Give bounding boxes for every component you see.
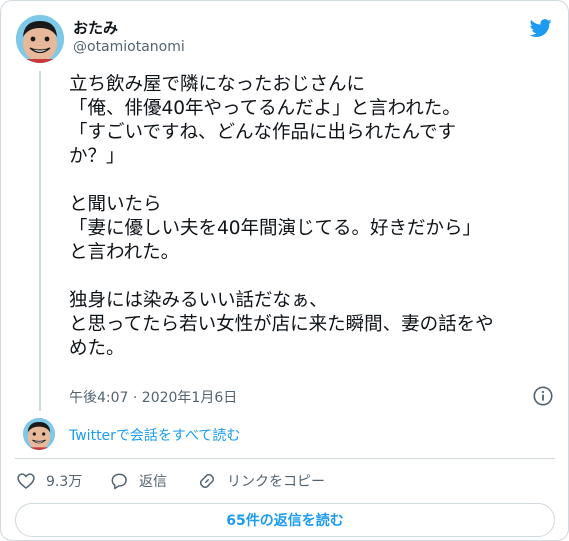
thread-line (39, 71, 41, 411)
tweet-card: おたみ @otamiotanomi 立ち飲み屋で隣になったおじさんに 「俺、俳優… (0, 0, 569, 541)
like-button[interactable]: 9.3万 (16, 471, 82, 491)
read-replies-button[interactable]: 65件の返信を読む (15, 503, 555, 537)
reply-bubble-icon (111, 473, 127, 490)
copy-link-label: リンクをコピー (227, 474, 325, 490)
read-conversation-link[interactable]: Twitterで会話をすべて読む (69, 425, 240, 445)
copy-link-button[interactable]: リンクをコピー (197, 471, 325, 491)
divider (15, 458, 555, 459)
author-name[interactable]: おたみ (73, 17, 118, 38)
like-count: 9.3万 (46, 474, 83, 490)
info-icon[interactable] (532, 385, 554, 407)
tweet-timestamp[interactable]: 午後4:07 · 2020年1月6日 (69, 387, 237, 407)
tweet-text: 立ち飲み屋で隣になったおじさんに 「俺、俳優40年やってるんだよ」と言われた。 … (69, 74, 494, 359)
heart-icon (17, 473, 35, 489)
twitter-bird-icon[interactable] (528, 17, 554, 39)
author-handle[interactable]: @otamiotanomi (73, 39, 185, 55)
reply-label: 返信 (139, 474, 167, 490)
link-icon (199, 473, 215, 489)
reply-button[interactable]: 返信 (109, 471, 167, 491)
author-avatar[interactable] (16, 15, 64, 63)
conversation-avatar (23, 418, 55, 450)
